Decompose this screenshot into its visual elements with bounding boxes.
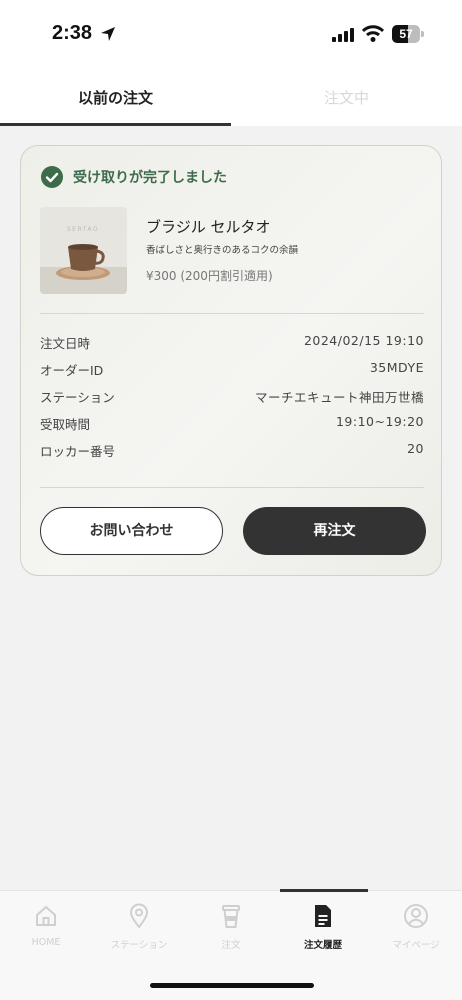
detail-value: マーチエキュート神田万世橋 (254, 390, 424, 405)
divider (40, 313, 424, 314)
nav-label: ステーション (110, 940, 168, 951)
detail-label: 受取時間 (40, 417, 91, 432)
detail-label: オーダーID (40, 363, 104, 378)
coffee-cup-icon (222, 905, 240, 928)
product-image-text: SERTAO (67, 226, 99, 233)
detail-label: ロッカー番号 (40, 444, 116, 459)
divider (40, 487, 424, 488)
nav-label: マイページ (392, 940, 440, 951)
product-name: ブラジル セルタオ (146, 218, 271, 236)
detail-value: 2024/02/15 19:10 (303, 333, 424, 348)
nav-active-indicator (280, 889, 368, 892)
active-tab-indicator (0, 123, 231, 126)
battery-icon: 57 (392, 25, 424, 43)
nav-label: 注文履歴 (303, 940, 342, 951)
detail-row-pickup-time: 受取時間 19:10~19:20 (40, 414, 424, 434)
product-description: 香ばしさと奥行きのあるコクの余韻 (146, 245, 299, 256)
status-text: 受け取りが完了しました (73, 170, 227, 186)
tab-previous-orders[interactable]: 以前の注文 (0, 70, 231, 126)
inquiry-button[interactable]: お問い合わせ (40, 507, 223, 555)
detail-row-order-id: オーダーID 35MDYE (40, 360, 424, 380)
wifi-icon (362, 25, 384, 42)
status-time: 2:38 (52, 22, 93, 44)
nav-label: HOME (31, 937, 61, 948)
order-card: 受け取りが完了しました SERTAO ブラジル セルタオ 香ばしさと奥行きのある… (20, 145, 442, 576)
product-price: ¥300 (200円割引適用) (146, 269, 273, 283)
detail-value: 19:10~19:20 (335, 414, 424, 429)
document-icon (315, 905, 331, 927)
nav-item-order[interactable]: 注文 (185, 903, 277, 953)
detail-value: 20 (407, 441, 424, 456)
nav-item-station[interactable]: ステーション (93, 903, 185, 953)
detail-row-locker-number: ロッカー番号 20 (40, 441, 424, 461)
status-bar: 2:38 57 (0, 0, 462, 70)
order-tabs: 以前の注文 注文中 (0, 70, 462, 126)
home-icon (36, 906, 56, 926)
home-indicator[interactable] (150, 983, 314, 988)
nav-label: 注文 (221, 940, 241, 951)
detail-row-station: ステーション マーチエキュート神田万世橋 (40, 387, 424, 407)
reorder-button[interactable]: 再注文 (243, 507, 426, 555)
map-pin-icon (129, 903, 149, 929)
product-image: SERTAO (40, 207, 127, 294)
tab-current-orders[interactable]: 注文中 (231, 70, 462, 126)
nav-item-mypage[interactable]: マイページ (370, 903, 462, 953)
detail-value: 35MDYE (369, 360, 424, 375)
location-arrow-icon (101, 27, 115, 41)
nav-item-home[interactable]: HOME (0, 903, 92, 953)
detail-label: ステーション (40, 390, 115, 405)
nav-item-order-history[interactable]: 注文履歴 (277, 903, 369, 953)
detail-label: 注文日時 (40, 336, 91, 351)
signal-icon (332, 28, 354, 42)
check-circle-icon (41, 166, 63, 188)
battery-level: 57 (399, 27, 413, 41)
user-icon (404, 904, 428, 928)
detail-row-order-date: 注文日時 2024/02/15 19:10 (40, 333, 424, 353)
